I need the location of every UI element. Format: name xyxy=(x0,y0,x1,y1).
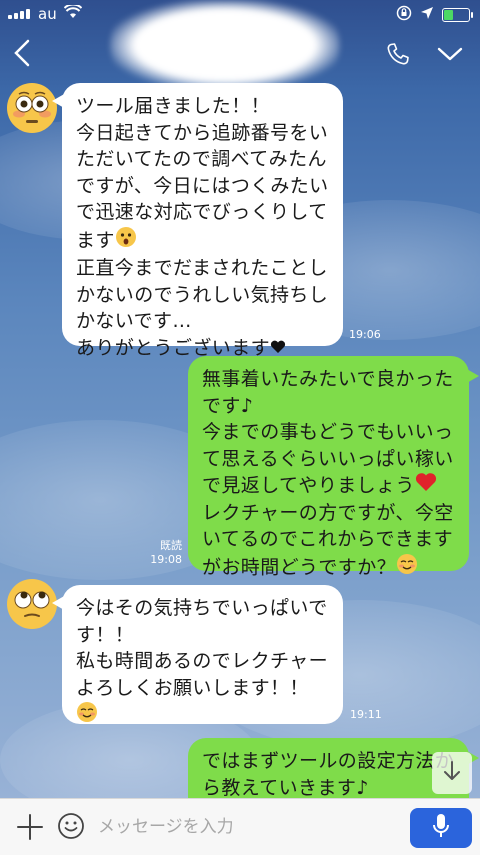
smiling-face-icon xyxy=(396,553,418,583)
voice-input-button[interactable] xyxy=(410,808,472,848)
battery-icon xyxy=(442,8,473,22)
message-input[interactable] xyxy=(96,809,400,845)
message-time: 19:11 xyxy=(350,708,382,721)
arrow-down-icon xyxy=(443,760,461,786)
plus-icon[interactable] xyxy=(16,813,44,845)
message-bubble-incoming[interactable]: 今はその気持ちでいっぱいです！！ 私も時間あるのでレクチャーよろしくお願いします… xyxy=(52,585,343,724)
red-heart-icon xyxy=(415,472,437,500)
cell-signal-icon xyxy=(8,9,30,19)
chevron-down-icon[interactable] xyxy=(436,42,464,70)
message-text: ではまずツールの設定方法から教えていきます♪ xyxy=(202,750,455,799)
message-time: 19:08 xyxy=(150,553,182,566)
orientation-lock-icon xyxy=(396,5,412,25)
location-arrow-icon xyxy=(420,6,434,24)
carrier-name: au xyxy=(38,5,57,23)
scroll-to-bottom-button[interactable] xyxy=(432,752,472,794)
microphone-icon xyxy=(431,812,451,844)
eye-roll-face-icon[interactable] xyxy=(6,578,58,630)
chat-header xyxy=(0,0,480,90)
message-time: 19:06 xyxy=(349,328,381,341)
message-input-bar xyxy=(0,798,480,855)
read-receipt: 既読 19:08 xyxy=(140,539,182,567)
smiling-face-icon xyxy=(76,701,98,731)
message-bubble-incoming[interactable]: ツール届きました！！ 今日起きてから追跡番号をいただいてたので調べてみたんですが… xyxy=(52,83,343,358)
wifi-icon xyxy=(63,3,83,23)
read-label: 既読 xyxy=(160,539,182,552)
message-text: 今はその気持ちでいっぱいです！！ 私も時間あるのでレクチャーよろしくお願いします… xyxy=(76,597,329,699)
message-bubble-outgoing[interactable]: 無事着いたみたいで良かったです♪ 今までの事もどうでもいいって思えるぐらいいっぱ… xyxy=(188,356,479,576)
flushed-face-icon[interactable] xyxy=(6,82,58,134)
emoji-icon[interactable] xyxy=(57,812,85,844)
message-text-continued: 正直今までだまされたことしかないのでうれしい気持ちしかないです… ありがとうござ… xyxy=(76,257,329,359)
contact-name-redacted xyxy=(110,0,340,90)
phone-call-icon[interactable] xyxy=(386,42,410,70)
astonished-face-icon xyxy=(115,226,137,256)
back-button[interactable] xyxy=(12,38,38,70)
